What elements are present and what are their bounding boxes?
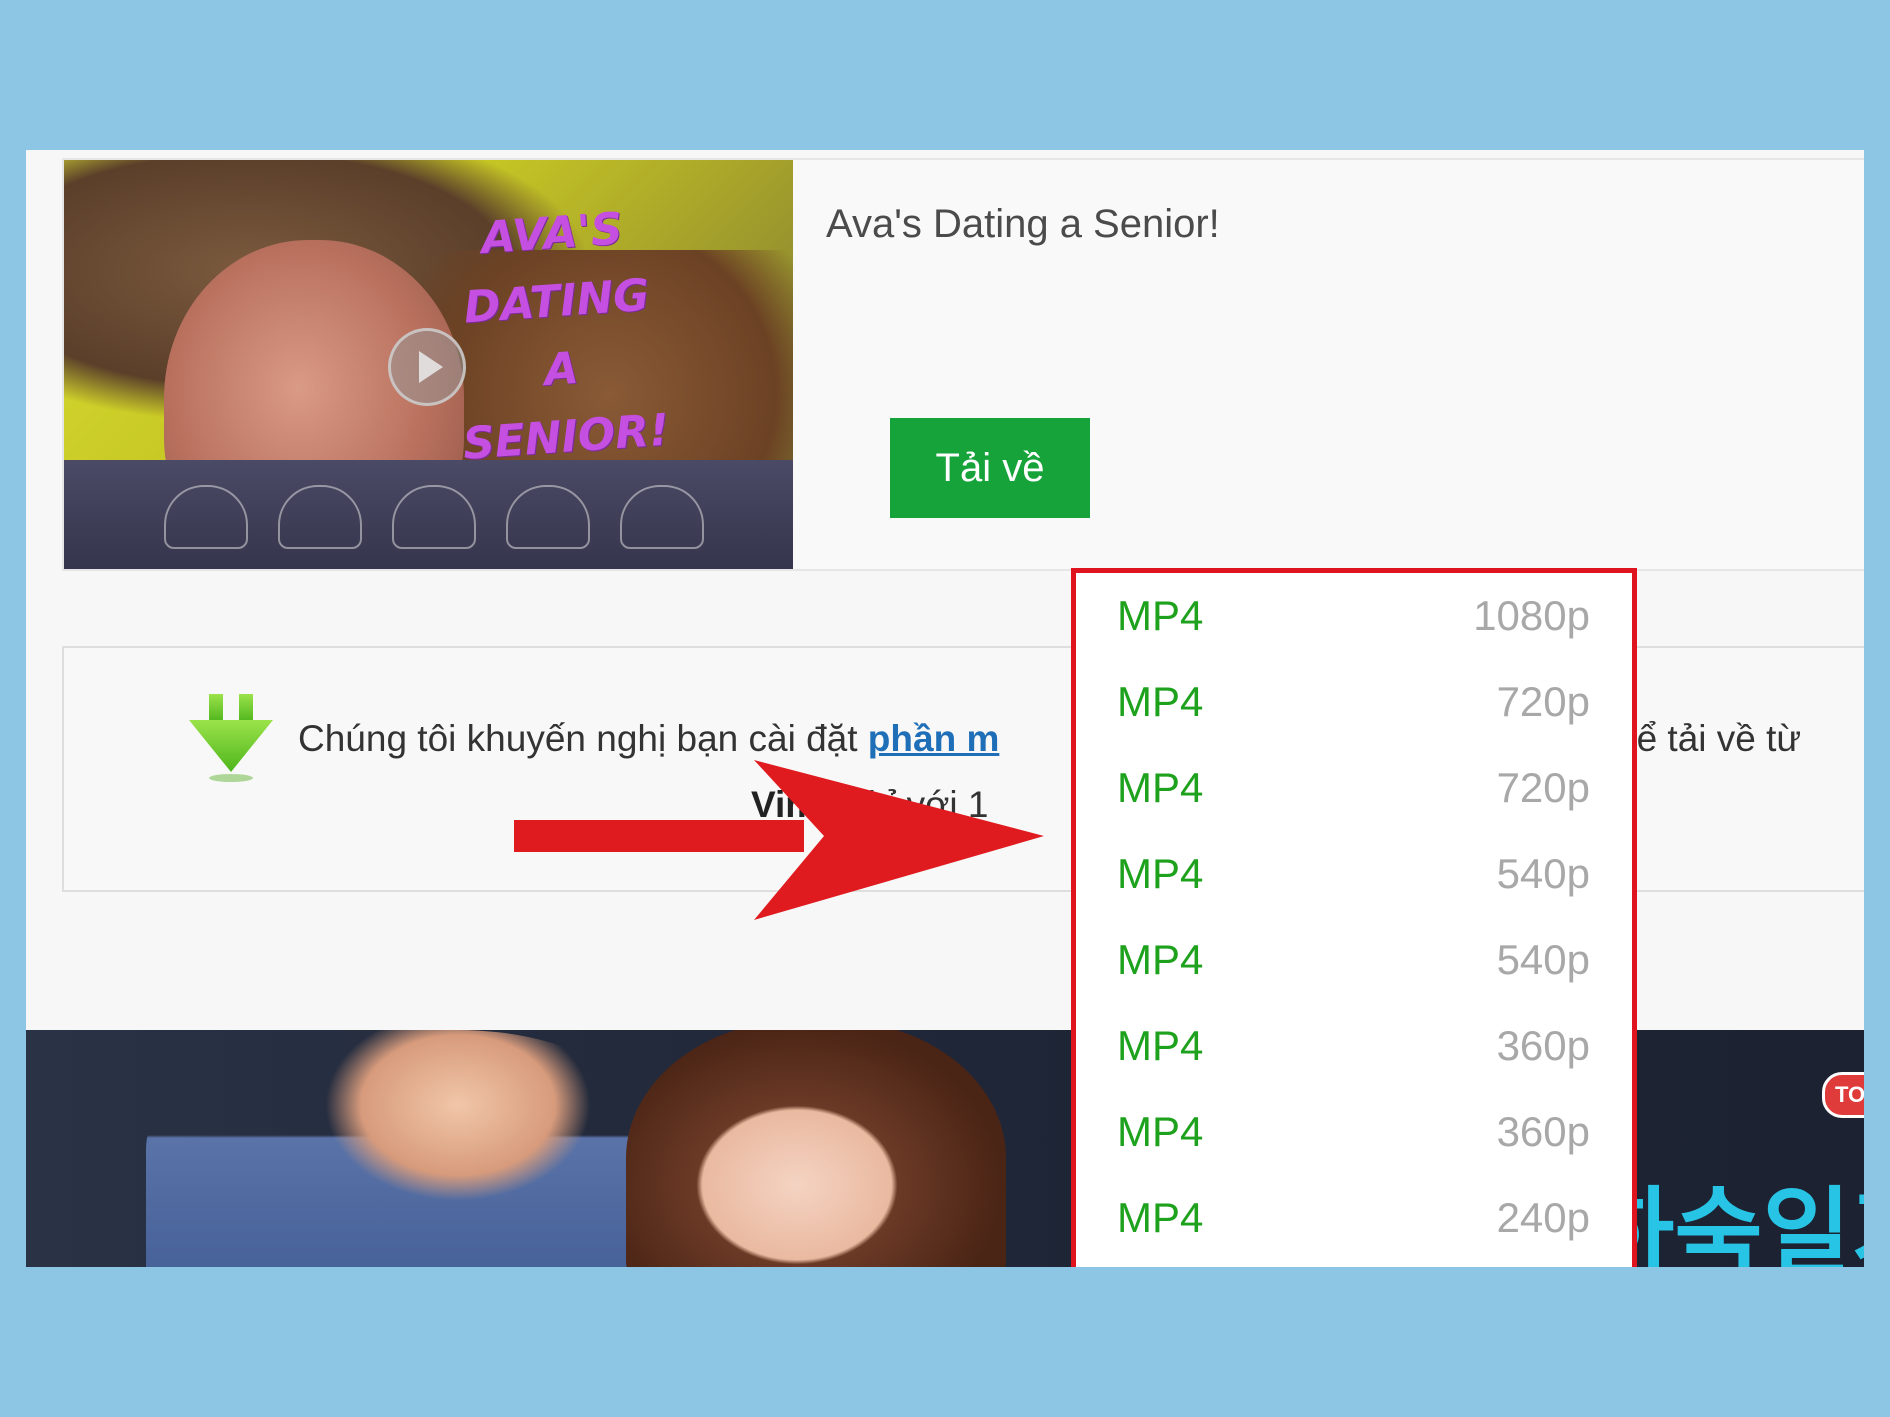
resolution-label: 1080p: [1473, 592, 1590, 639]
download-option[interactable]: MP4 360p: [1076, 1003, 1632, 1089]
laurel-icon: [392, 485, 476, 549]
resolution-label: 720p: [1496, 678, 1590, 725]
download-options-menu: MP4 1080p MP4 720p MP4 720p MP4 540p MP4 540p MP4 3…: [1071, 568, 1637, 1267]
resolution-label: 720p: [1496, 764, 1590, 811]
laurel-icon: [620, 485, 704, 549]
download-option[interactable]: MP4 540p: [1076, 917, 1632, 1003]
resolution-label: 360p: [1496, 1108, 1590, 1155]
laurel-icon: [278, 485, 362, 549]
format-label: MP4: [1117, 592, 1204, 639]
download-option[interactable]: MP4 240p: [1076, 1175, 1632, 1261]
download-option[interactable]: MP4240p: [1076, 1261, 1632, 1267]
format-label: MP4: [1117, 1022, 1204, 1069]
red-arrow-icon: [514, 760, 1044, 920]
laurel-icon: [164, 485, 248, 549]
screenshot-area: AVA'S DATING A SENIOR! Ava's Dating a Se…: [26, 150, 1864, 1267]
poster-title-art: AVA'S DATING A SENIOR!: [461, 203, 671, 470]
resolution-label: 360p: [1496, 1022, 1590, 1069]
download-button[interactable]: Tải về: [890, 418, 1090, 518]
play-icon[interactable]: [388, 328, 466, 406]
download-option[interactable]: MP4 720p: [1076, 659, 1632, 745]
banner-badge: TO: [1822, 1072, 1864, 1118]
video-title: Ava's Dating a Senior!: [826, 202, 1220, 246]
resolution-label: 540p: [1496, 850, 1590, 897]
download-option[interactable]: MP4 1080p: [1076, 573, 1632, 659]
download-option[interactable]: MP4 720p: [1076, 745, 1632, 831]
download-option[interactable]: MP4 540p: [1076, 831, 1632, 917]
recommendation-text-continued: để tải về từ: [1616, 718, 1802, 759]
recommendation-text: Chúng tôi khuyến nghị bạn cài đặt phần m: [298, 718, 1000, 759]
format-label: MP4: [1117, 850, 1204, 897]
format-label: MP4: [1117, 764, 1204, 811]
download-option[interactable]: MP4 360p: [1076, 1089, 1632, 1175]
format-label: MP4: [1117, 678, 1204, 725]
software-link[interactable]: phần m: [868, 718, 1000, 759]
format-label: MP4: [1117, 1194, 1204, 1241]
resolution-label: 540p: [1496, 936, 1590, 983]
download-arrow-icon: [189, 694, 273, 782]
video-thumbnail[interactable]: AVA'S DATING A SENIOR!: [64, 160, 793, 569]
festival-laurels: [164, 485, 704, 549]
format-label: MP4: [1117, 936, 1204, 983]
laurel-icon: [506, 485, 590, 549]
format-label: MP4: [1117, 1108, 1204, 1155]
resolution-label: 240p: [1496, 1194, 1590, 1241]
